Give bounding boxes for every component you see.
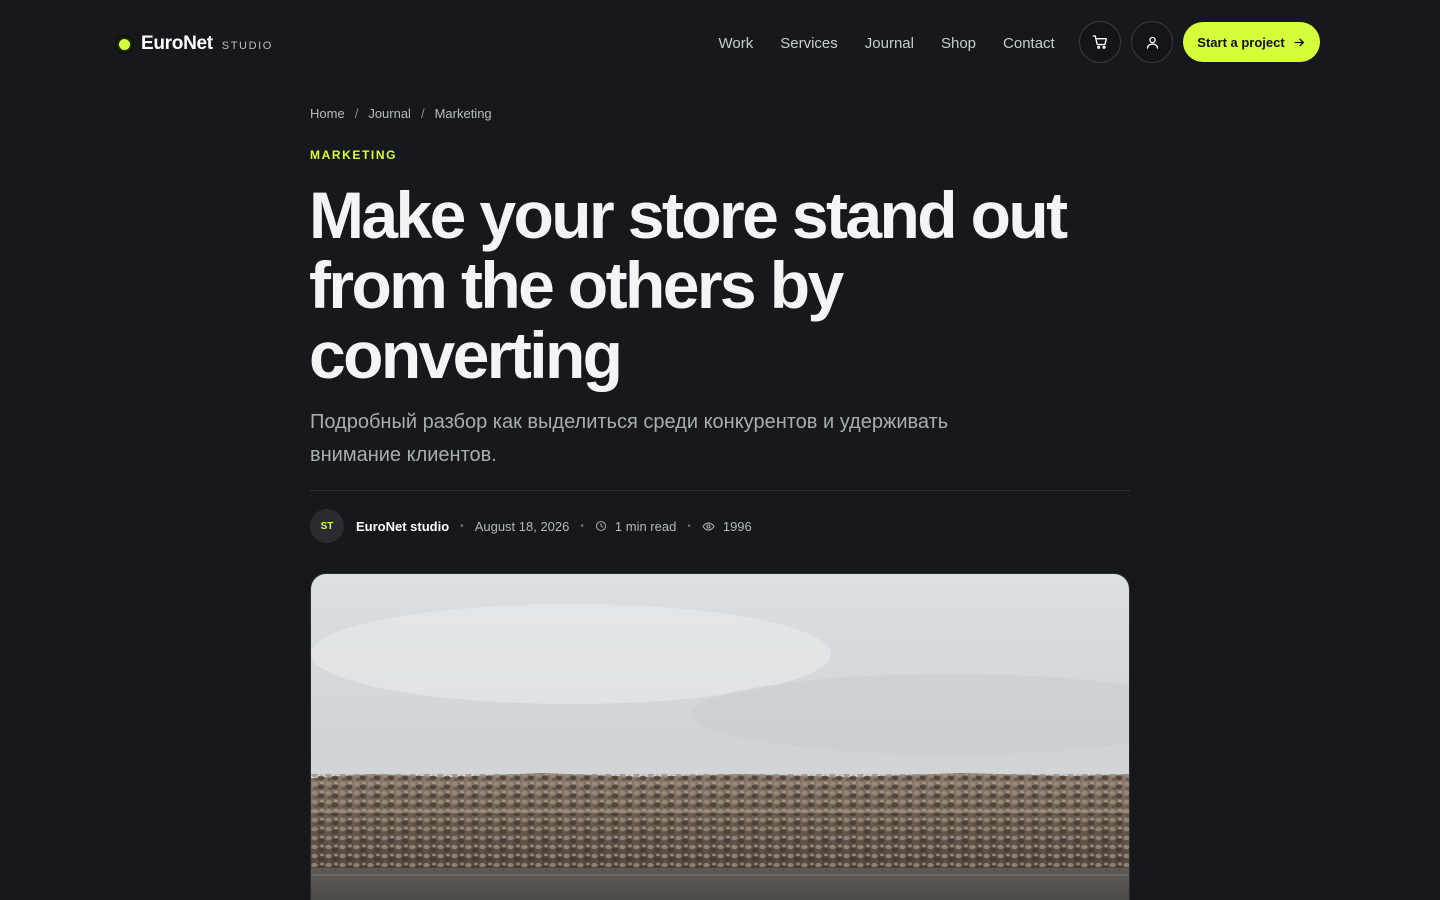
breadcrumb-journal[interactable]: Journal xyxy=(368,106,411,121)
article-category[interactable]: MARKETING xyxy=(310,148,397,162)
main-nav: Work Services Journal Shop Contact xyxy=(705,30,1068,56)
site-header: EuroNet STUDIO Work Services Journal Sho… xyxy=(0,0,1440,84)
arrow-right-icon xyxy=(1294,38,1304,46)
cart-button[interactable] xyxy=(1079,21,1121,63)
meta-separator: • xyxy=(460,520,464,532)
breadcrumb: Home / Journal / Marketing xyxy=(310,106,492,121)
article-meta: ST EuroNet studio • August 18, 2026 • 1 … xyxy=(310,509,752,543)
nav-link-shop[interactable]: Shop xyxy=(941,35,976,52)
clock-icon xyxy=(595,520,607,532)
user-icon xyxy=(1146,36,1158,49)
meta-separator: • xyxy=(687,520,691,532)
hero-image xyxy=(310,573,1130,900)
read-time: 1 min read xyxy=(614,518,677,534)
breadcrumb-separator: / xyxy=(420,106,425,121)
article-title: Make your store stand out from the other… xyxy=(309,178,1068,392)
view-count: 1996 xyxy=(722,518,752,534)
logo[interactable]: EuroNet STUDIO xyxy=(117,32,273,56)
account-button[interactable] xyxy=(1131,21,1173,63)
logo-name: EuroNet xyxy=(141,33,213,54)
author-name[interactable]: EuroNet studio xyxy=(356,519,449,534)
nav-link-work[interactable]: Work xyxy=(719,35,754,52)
start-project-button[interactable]: Start a project xyxy=(1183,22,1320,62)
logo-dot-icon xyxy=(117,36,132,52)
nav-link-contact[interactable]: Contact xyxy=(1003,35,1055,52)
divider xyxy=(310,490,1130,491)
eye-icon xyxy=(702,520,715,533)
breadcrumb-separator: / xyxy=(354,106,359,121)
cart-icon xyxy=(1092,35,1107,49)
logo-subtitle: STUDIO xyxy=(221,40,273,52)
start-project-label: Start a project xyxy=(1197,34,1285,50)
publish-date: August 18, 2026 xyxy=(474,518,570,534)
nav-link-services[interactable]: Services xyxy=(780,35,838,52)
nav-link-journal[interactable]: Journal xyxy=(865,35,914,52)
meta-separator: • xyxy=(580,520,584,532)
breadcrumb-marketing[interactable]: Marketing xyxy=(435,106,492,121)
avatar: ST xyxy=(310,509,344,543)
breadcrumb-home[interactable]: Home xyxy=(310,106,345,121)
article-subtitle: Подробный разбор как выделиться среди ко… xyxy=(310,411,949,466)
